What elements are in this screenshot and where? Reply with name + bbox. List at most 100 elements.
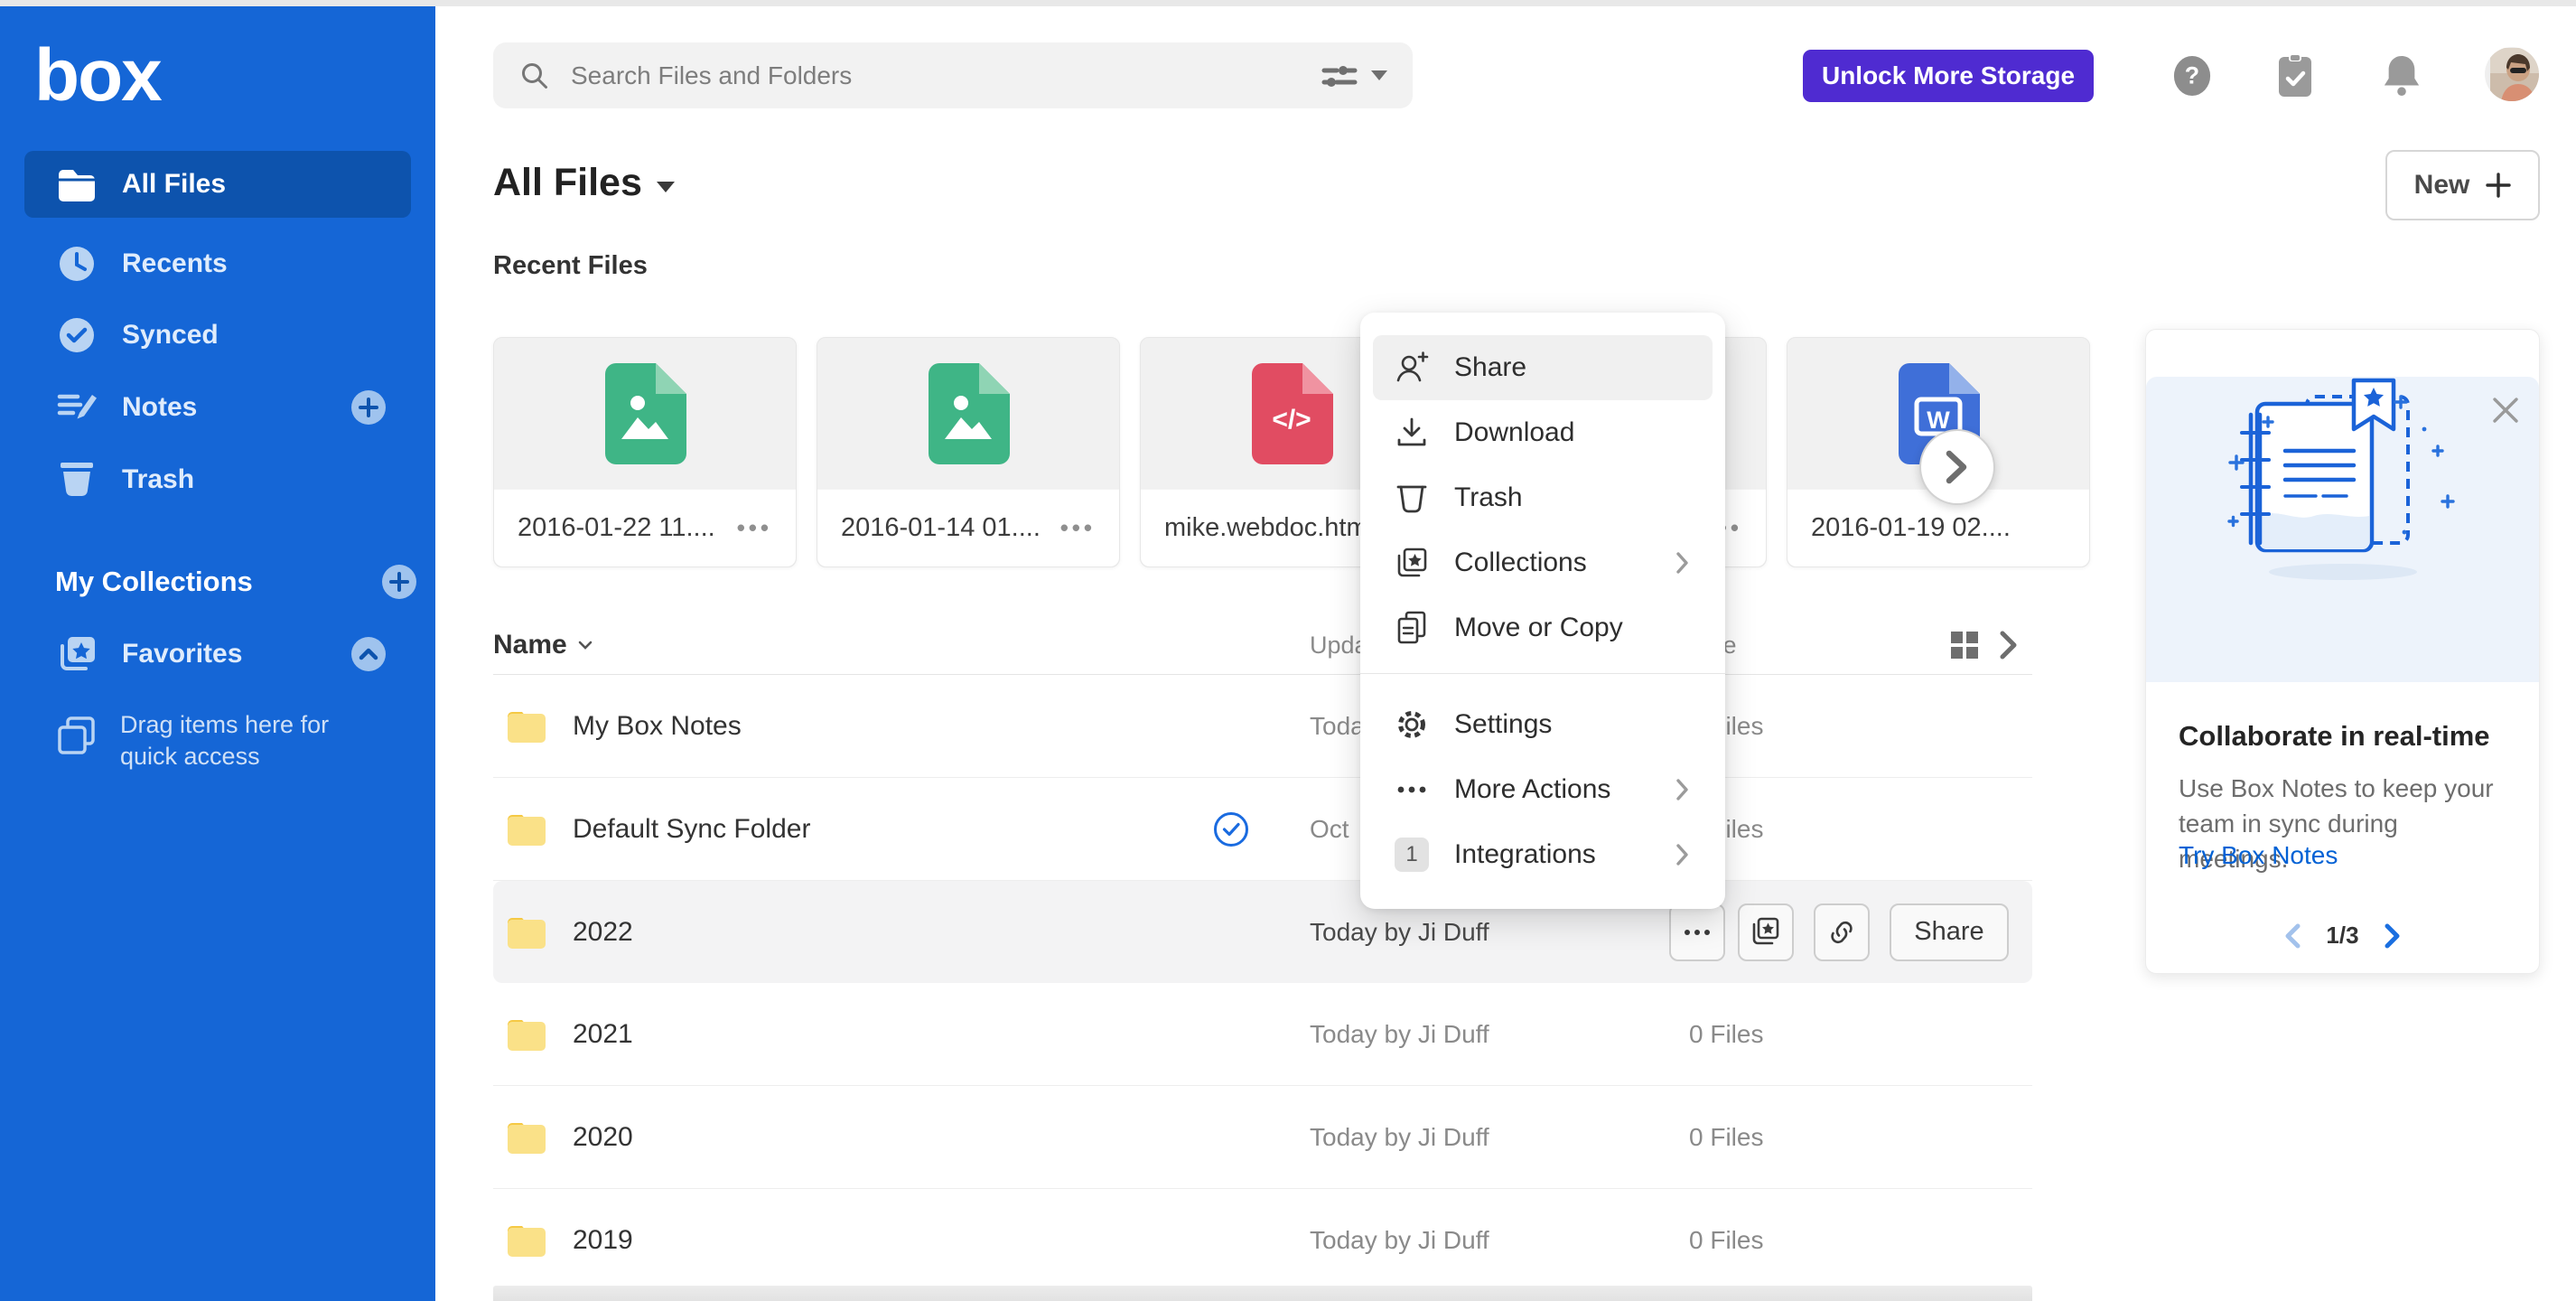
row-updated: Today by Ji Duff <box>1310 918 1489 947</box>
table-row[interactable]: 2021 Today by Ji Duff 0 Files <box>493 983 2032 1086</box>
pager-prev-icon[interactable] <box>2284 923 2301 949</box>
image-file-icon <box>927 363 1010 464</box>
row-name: My Box Notes <box>573 711 742 742</box>
sort-by-name[interactable]: Name <box>493 630 593 660</box>
menu-item-collections[interactable]: Collections <box>1373 530 1713 595</box>
tasks-clipboard-icon[interactable] <box>2275 54 2315 98</box>
promo-pager: 1/3 <box>2146 922 2539 950</box>
user-avatar[interactable] <box>2485 47 2539 101</box>
chevron-down-icon <box>578 641 593 650</box>
try-box-notes-link[interactable]: Try Box Notes <box>2179 841 2338 870</box>
drag-hint-text: Drag items here for quick access <box>120 709 380 772</box>
copy-icon <box>1391 611 1433 645</box>
table-row[interactable]: 2019 Today by Ji Duff 0 Files <box>493 1189 2032 1292</box>
unlock-storage-button[interactable]: Unlock More Storage <box>1803 50 2094 102</box>
more-options-icon[interactable]: ••• <box>737 514 772 542</box>
plus-icon <box>2486 173 2511 198</box>
row-updated: Today by Ji Duff <box>1310 1226 1489 1255</box>
row-shared-link-button[interactable] <box>1814 903 1870 961</box>
row-name: 2021 <box>573 1019 633 1050</box>
chevron-right-icon <box>1946 450 1969 484</box>
row-updated: Today by Ji Duff <box>1310 1020 1489 1049</box>
carousel-next-button[interactable] <box>1919 429 1995 505</box>
my-collections-header: My Collections <box>55 555 411 609</box>
menu-item-more-actions[interactable]: More Actions <box>1373 757 1713 822</box>
file-card[interactable]: 2016-01-22 11....••• <box>493 337 797 567</box>
menu-item-settings[interactable]: Settings <box>1373 692 1713 757</box>
drag-hint: Drag items here for quick access <box>55 709 380 772</box>
menu-item-label: Download <box>1454 417 1574 448</box>
row-size: 0 Files <box>1689 1123 1763 1152</box>
gear-icon <box>1391 708 1433 741</box>
sidebar-item-notes[interactable]: Notes <box>24 374 411 441</box>
page-title: All Files <box>493 161 642 205</box>
sidebar-item-recents[interactable]: Recents <box>24 230 411 297</box>
collections-icon <box>1750 917 1781 948</box>
menu-item-trash[interactable]: Trash <box>1373 465 1713 530</box>
folder-icon <box>506 1119 547 1156</box>
search-filter-button[interactable] <box>1321 61 1387 90</box>
sidebar: box All Files Recents Synced Notes <box>0 6 435 1301</box>
collapse-favorites-button[interactable] <box>350 635 387 673</box>
menu-item-label: Settings <box>1454 709 1552 740</box>
promo-title: Collaborate in real-time <box>2179 720 2506 753</box>
grid-view-icon[interactable] <box>1949 630 1980 660</box>
folder-icon <box>506 1016 547 1053</box>
clock-icon <box>55 245 98 283</box>
sidebar-item-synced[interactable]: Synced <box>24 302 411 369</box>
row-add-to-collection-button[interactable] <box>1738 903 1794 961</box>
menu-item-label: Integrations <box>1454 839 1596 870</box>
add-collection-button[interactable] <box>380 563 418 601</box>
top-strip <box>0 0 2576 6</box>
search-bar <box>493 42 1413 108</box>
pager-next-icon[interactable] <box>2385 923 2401 949</box>
sidebar-item-favorites[interactable]: Favorites <box>24 621 411 688</box>
box-app: box All Files Recents Synced Notes <box>0 0 2576 1301</box>
more-options-icon[interactable]: ••• <box>1060 514 1096 542</box>
row-updated: Oct <box>1310 815 1349 844</box>
submenu-chevron-icon <box>1676 779 1689 800</box>
expand-panel-icon[interactable] <box>2000 631 2018 660</box>
close-icon[interactable] <box>2492 397 2519 424</box>
search-input[interactable] <box>569 61 1321 91</box>
table-row[interactable]: My Box Notes Today by Ji Duff 0 Files <box>493 675 2032 778</box>
help-icon[interactable]: ? <box>2172 54 2212 98</box>
table-row-hovered[interactable]: 2022 Today by Ji Duff Share <box>493 881 2032 983</box>
table-row[interactable]: Default Sync Folder Oct 0 Files <box>493 778 2032 881</box>
row-more-options-button[interactable] <box>1669 903 1725 961</box>
menu-item-label: Share <box>1454 352 1526 383</box>
file-card-name: mike.webdoc.html <box>1164 513 1384 543</box>
file-card[interactable]: 2016-01-14 01....••• <box>817 337 1120 567</box>
sidebar-item-all-files[interactable]: All Files <box>24 151 411 218</box>
download-icon <box>1391 417 1433 448</box>
menu-item-integrations[interactable]: 1 Integrations <box>1373 822 1713 887</box>
sidebar-item-label: Favorites <box>122 639 242 669</box>
bell-icon[interactable] <box>2382 54 2422 98</box>
ellipsis-icon <box>1684 929 1711 936</box>
ellipsis-icon <box>1391 786 1433 793</box>
menu-item-download[interactable]: Download <box>1373 400 1713 465</box>
svg-text:</>: </> <box>1272 405 1311 435</box>
sidebar-item-label: Synced <box>122 320 219 351</box>
sidebar-item-trash[interactable]: Trash <box>24 446 411 513</box>
scroll-shadow <box>493 1286 2032 1301</box>
svg-text:?: ? <box>2185 62 2199 89</box>
page-title-dropdown[interactable]: All Files <box>493 161 675 205</box>
share-button-label: Share <box>1914 917 1983 947</box>
synced-check-icon <box>1212 810 1250 848</box>
table-row[interactable]: 2020 Today by Ji Duff 0 Files <box>493 1086 2032 1189</box>
chevron-down-icon <box>657 182 675 192</box>
menu-item-share[interactable]: Share <box>1373 335 1713 400</box>
row-share-button[interactable]: Share <box>1890 903 2009 961</box>
image-file-icon <box>603 363 686 464</box>
row-size: 0 Files <box>1689 1226 1763 1255</box>
sidebar-item-label: Notes <box>122 392 197 423</box>
add-note-button[interactable] <box>350 388 387 426</box>
page-indicator: 1/3 <box>2326 922 2358 950</box>
folder-icon <box>506 914 547 950</box>
new-button[interactable]: New <box>2385 150 2540 220</box>
list-header: Name Updated Size <box>493 616 2032 675</box>
menu-item-move-or-copy[interactable]: Move or Copy <box>1373 595 1713 660</box>
person-add-icon <box>1391 351 1433 384</box>
promo-panel: Collaborate in real-time Use Box Notes t… <box>2145 329 2540 974</box>
